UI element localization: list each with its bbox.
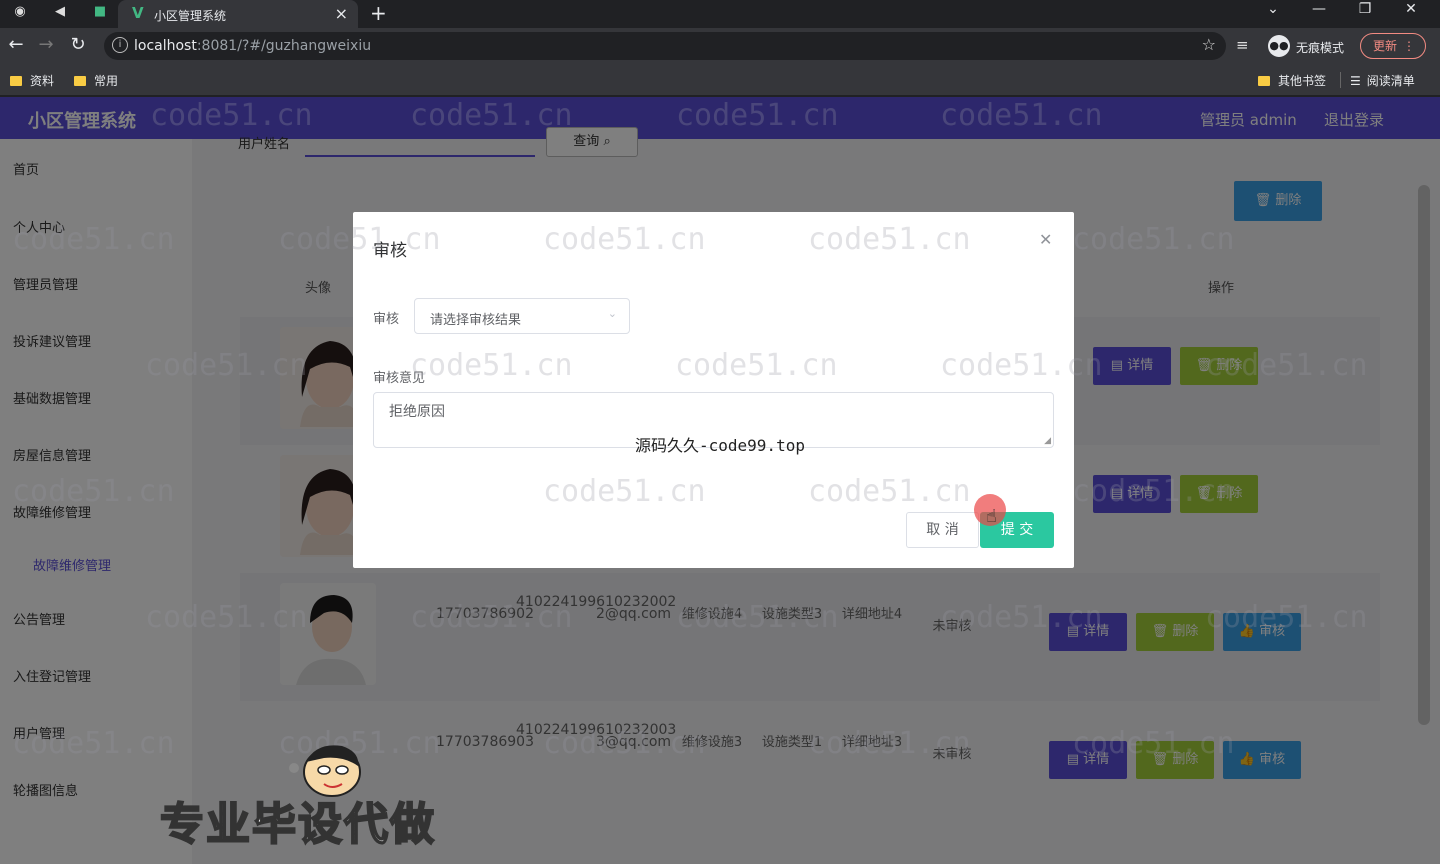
close-window-icon[interactable]: ✕ (1396, 0, 1426, 18)
bookmark-label: 阅读清单 (1366, 74, 1415, 88)
minimize-icon[interactable]: — (1304, 0, 1334, 18)
new-tab-icon[interactable]: + (370, 1, 387, 25)
folder-icon (1258, 76, 1270, 86)
bookmarks-bar: 资料 常用 其他书签 ☰ 阅读清单 (0, 64, 1440, 96)
url-input[interactable]: i localhost:8081/?#/guzhangweixiu ☆ (104, 32, 1226, 60)
reload-icon[interactable]: ↻ (66, 34, 90, 55)
browser-tab[interactable]: V 小区管理系统 × (118, 0, 358, 28)
cancel-button[interactable]: 取 消 (906, 512, 979, 548)
dialog-title: 审核 (373, 241, 407, 261)
url-host: localhost (134, 38, 197, 54)
promo-text: 专业毕设代做 (159, 798, 436, 851)
opinion-label: 审核意见 (373, 371, 426, 386)
reading-list[interactable]: ☰ 阅读清单 (1350, 72, 1415, 89)
address-bar: ← → ↻ i localhost:8081/?#/guzhangweixiu … (0, 28, 1440, 64)
back-icon[interactable]: ← (4, 34, 28, 55)
bookmark-folder[interactable]: 资料 (10, 72, 54, 89)
speaker-icon[interactable]: ◀ (48, 2, 72, 22)
watermark: code51.cn (808, 222, 971, 257)
watermark: code51.cn (543, 474, 706, 509)
hand-cursor-icon: ☝ (986, 506, 997, 527)
forward-icon[interactable]: → (34, 34, 58, 55)
chevron-down-icon: ⌄ (607, 307, 617, 320)
bookmark-star-icon[interactable]: ☆ (1202, 35, 1216, 54)
vue-icon: V (132, 4, 144, 22)
textarea-placeholder: 拒绝原因 (389, 404, 445, 420)
restore-icon[interactable]: ❐ (1350, 0, 1380, 18)
bookmark-folder[interactable]: 其他书签 (1258, 72, 1326, 89)
watermark: code51.cn (543, 222, 706, 257)
bookmark-label: 其他书签 (1278, 74, 1327, 88)
browser-tabbar: ◉ ◀ ■ V 小区管理系统 × + ⌄ — ❐ ✕ (0, 0, 1440, 28)
update-button[interactable]: 更新 ⋮ (1360, 33, 1426, 59)
folder-icon (74, 76, 86, 86)
tab-search-icon[interactable]: ⌄ (1258, 0, 1288, 18)
review-label: 审核 (373, 312, 400, 327)
incognito-label: 无痕模式 (1296, 41, 1345, 55)
pinned-tab-icon[interactable]: ■ (88, 2, 112, 22)
bookmark-label: 常用 (94, 74, 119, 88)
globe-icon[interactable]: ◉ (8, 2, 32, 22)
resize-handle-icon[interactable]: ◢ (1044, 436, 1051, 446)
select-placeholder: 请选择审核结果 (430, 313, 522, 328)
more-icon: ⋮ (1403, 39, 1415, 53)
close-icon[interactable]: ✕ (1039, 230, 1052, 249)
bookmark-folder[interactable]: 常用 (74, 72, 118, 89)
bookmark-label: 资料 (30, 74, 55, 88)
watermark: code51.cn (410, 348, 573, 383)
tab-title: 小区管理系统 (154, 9, 227, 23)
source-watermark-text: 源码久久-code99.top (635, 436, 805, 455)
media-icon[interactable]: ≡ (1236, 36, 1249, 54)
review-dialog: 审核 ✕ 审核 请选择审核结果 ⌄ 审核意见 拒绝原因 ◢ 取 消 提 交 co… (278, 212, 1103, 568)
folder-icon (10, 76, 22, 86)
close-tab-icon[interactable]: × (335, 4, 348, 23)
url-path: :8081/?#/guzhangweixiu (196, 38, 372, 54)
reading-list-icon: ☰ (1350, 74, 1361, 88)
watermark: code51.cn (675, 348, 838, 383)
incognito-icon[interactable]: ●● (1268, 35, 1290, 57)
info-icon[interactable]: i (112, 37, 128, 53)
update-label: 更新 (1373, 39, 1398, 53)
divider (1340, 72, 1341, 88)
review-result-select[interactable]: 请选择审核结果 ⌄ (414, 298, 630, 334)
watermark: code51.cn (808, 474, 971, 509)
